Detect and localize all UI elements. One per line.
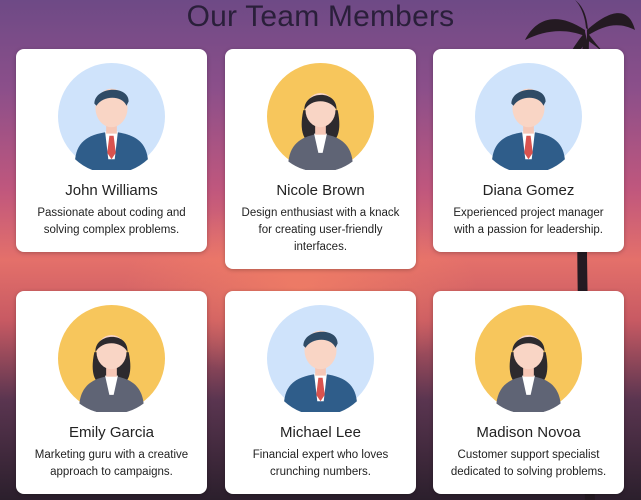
member-name: Emily Garcia: [68, 424, 154, 441]
member-description: Experienced project manager with a passi…: [453, 207, 604, 236]
team-card-emily-garcia: Emily Garcia Marketing guru with a creat…: [16, 291, 207, 494]
member-description: Design enthusiast with a knack for creat…: [241, 207, 400, 253]
male-avatar-icon: [58, 63, 165, 170]
member-description: Passionate about coding and solving comp…: [37, 207, 186, 236]
team-card-john-williams: John Williams Passionate about coding an…: [16, 49, 207, 252]
male-avatar-icon: [267, 305, 374, 412]
team-card-diana-gomez: Diana Gomez Experienced project manager …: [433, 49, 624, 252]
female-avatar-icon: [475, 305, 582, 412]
member-description: Financial expert who loves crunching num…: [252, 449, 389, 478]
member-name: Diana Gomez: [482, 182, 575, 199]
male-avatar-icon: [475, 63, 582, 170]
member-description: Customer support specialist dedicated to…: [450, 449, 607, 478]
member-name: Nicole Brown: [276, 182, 365, 199]
page-title: Our Team Members: [186, 0, 455, 33]
female-avatar-icon: [58, 305, 165, 412]
member-name: Michael Lee: [280, 424, 361, 441]
team-card-madison-novoa: Madison Novoa Customer support specialis…: [433, 291, 624, 494]
member-description: Marketing guru with a creative approach …: [34, 449, 189, 478]
member-name: Madison Novoa: [476, 424, 581, 441]
female-avatar-icon: [267, 63, 374, 170]
team-card-michael-lee: Michael Lee Financial expert who loves c…: [225, 291, 416, 494]
team-card-nicole-brown: Nicole Brown Design enthusiast with a kn…: [225, 49, 416, 269]
member-name: John Williams: [65, 182, 158, 199]
